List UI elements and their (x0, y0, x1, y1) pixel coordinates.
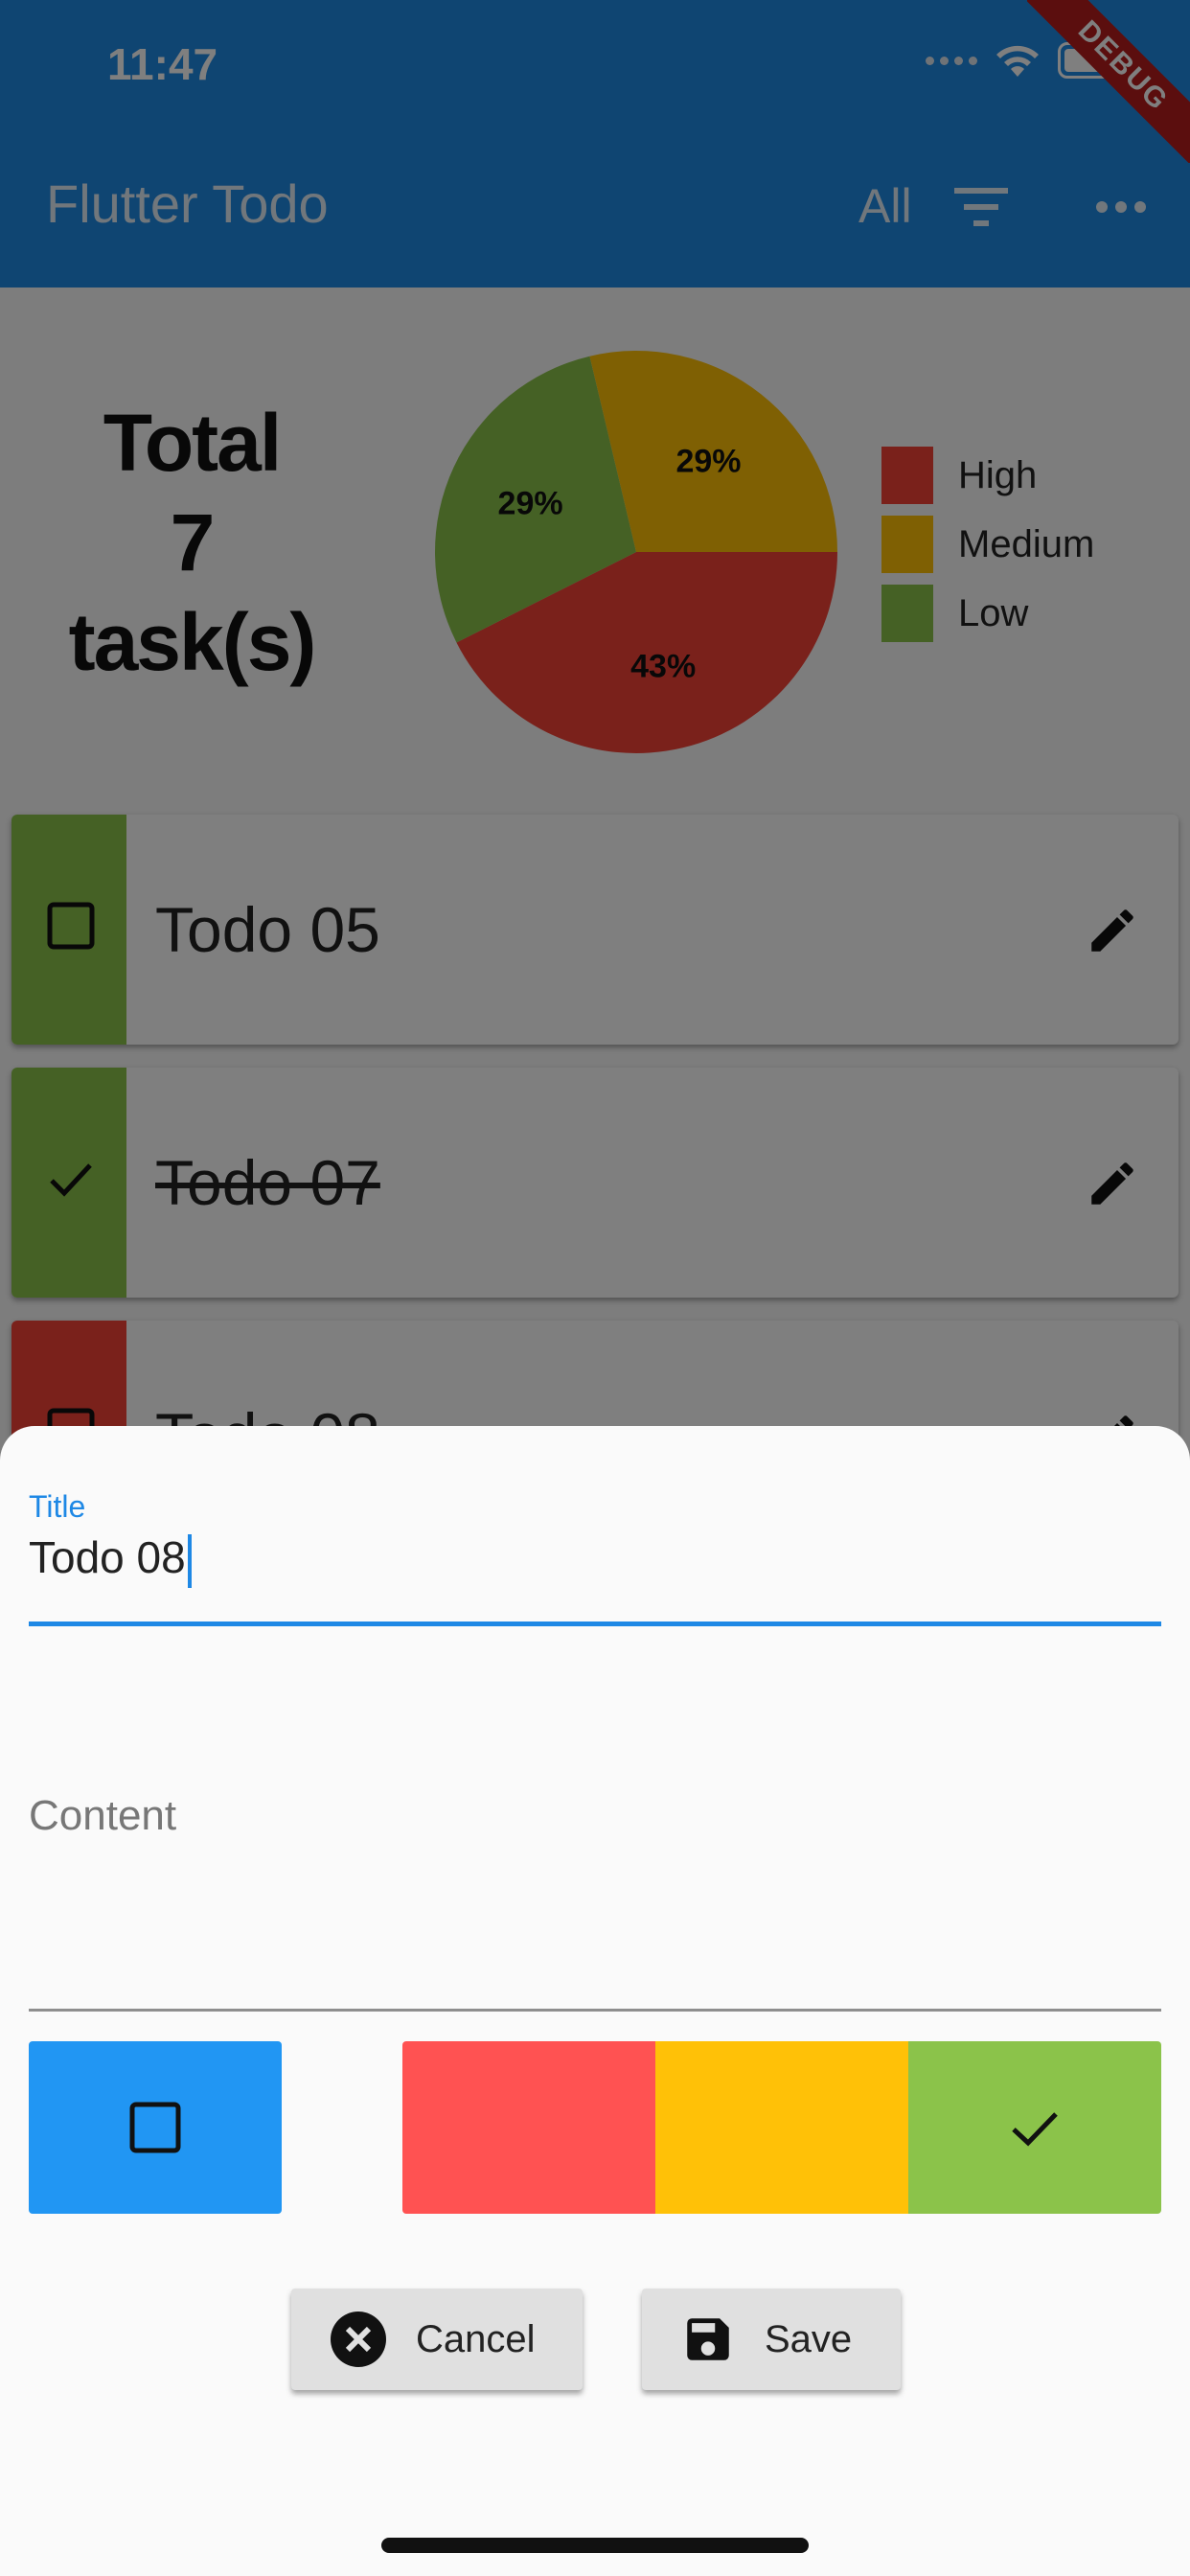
text-caret (187, 1533, 192, 1588)
title-input-value: Todo 08 (29, 1532, 186, 1582)
priority-medium-option[interactable] (655, 2041, 908, 2214)
save-floppy-icon (687, 2318, 729, 2360)
check-icon (1012, 2112, 1058, 2147)
priority-low-option[interactable] (908, 2041, 1161, 2214)
content-input[interactable]: Content (29, 1792, 176, 1840)
save-button-label: Save (765, 2317, 853, 2360)
content-input-underline (29, 2009, 1161, 2012)
checkbox-outline-icon (129, 2102, 181, 2153)
done-toggle[interactable] (29, 2041, 282, 2214)
cancel-circle-icon (331, 2312, 386, 2367)
title-input[interactable]: Todo 08 (29, 1531, 192, 1588)
todo-editor-sheet: Title Todo 08 Content Cancel Save (0, 1426, 1190, 2576)
home-indicator[interactable] (381, 2538, 809, 2553)
title-input-underline (29, 1622, 1161, 1626)
cancel-button-label: Cancel (416, 2317, 536, 2360)
cancel-button[interactable]: Cancel (291, 2288, 583, 2390)
title-field-label: Title (29, 1489, 86, 1524)
save-button[interactable]: Save (642, 2288, 901, 2390)
priority-high-option[interactable] (402, 2041, 655, 2214)
